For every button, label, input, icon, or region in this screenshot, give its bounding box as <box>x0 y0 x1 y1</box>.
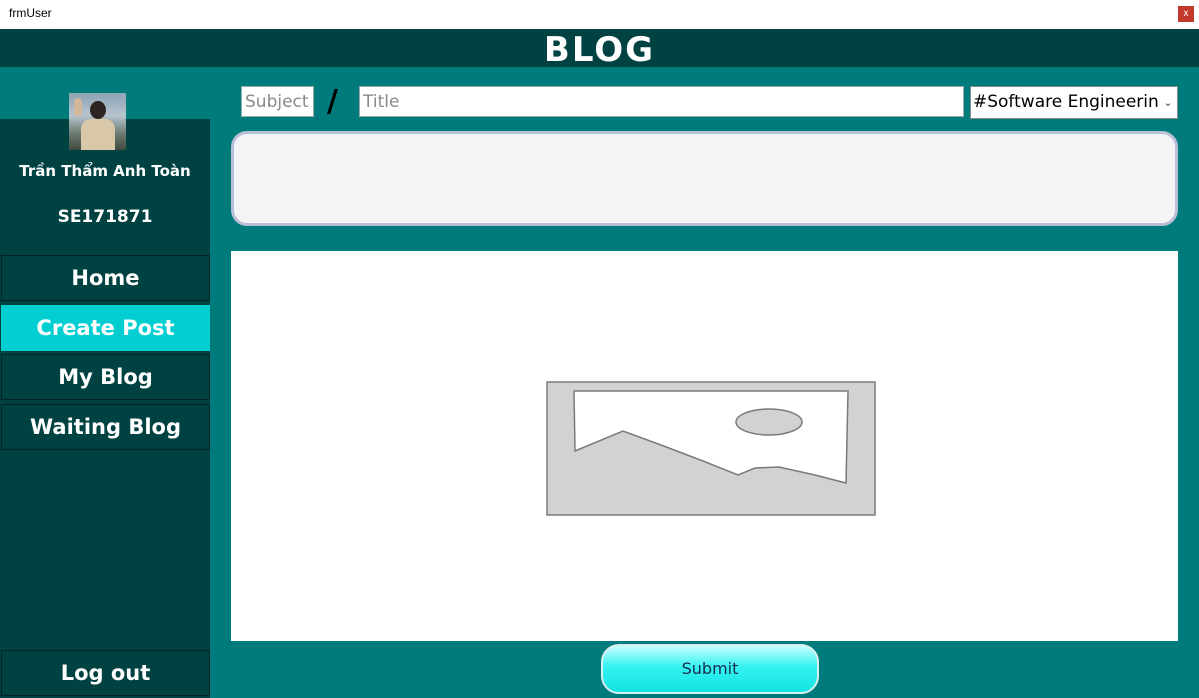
brand-title: BLOG <box>543 30 656 70</box>
user-name: Trần Thẩm Anh Toàn <box>19 162 191 180</box>
subject-input[interactable] <box>241 86 314 117</box>
content-textarea[interactable] <box>231 131 1178 226</box>
nav-waiting-blog-button[interactable]: Waiting Blog <box>1 404 210 450</box>
chevron-down-icon: ⌄ <box>1159 87 1177 118</box>
nav-create-post-button[interactable]: Create Post <box>1 305 210 351</box>
image-upload-area[interactable] <box>231 251 1178 641</box>
nav-home-button[interactable]: Home <box>1 255 210 301</box>
user-id: SE171871 <box>57 207 153 227</box>
category-select[interactable]: #Software Engineering ⌄ <box>970 86 1178 119</box>
logout-button[interactable]: Log out <box>1 650 210 696</box>
avatar <box>69 93 126 150</box>
category-selected-value: #Software Engineering <box>973 92 1170 112</box>
close-icon[interactable]: x <box>1178 6 1194 22</box>
image-placeholder-icon <box>546 381 876 516</box>
window-titlebar: frmUser x <box>0 0 1199 29</box>
submit-button[interactable]: Submit <box>601 644 819 694</box>
app-window: BLOG Trần Thẩm Anh Toàn SE171871 Home Cr… <box>0 29 1199 698</box>
title-input[interactable] <box>359 86 964 117</box>
app-header: BLOG <box>0 29 1199 70</box>
nav-my-blog-button[interactable]: My Blog <box>1 354 210 400</box>
window-title: frmUser <box>9 6 52 20</box>
separator-slash: / <box>327 84 338 119</box>
sidebar: Trần Thẩm Anh Toàn SE171871 Home Create … <box>0 93 210 698</box>
